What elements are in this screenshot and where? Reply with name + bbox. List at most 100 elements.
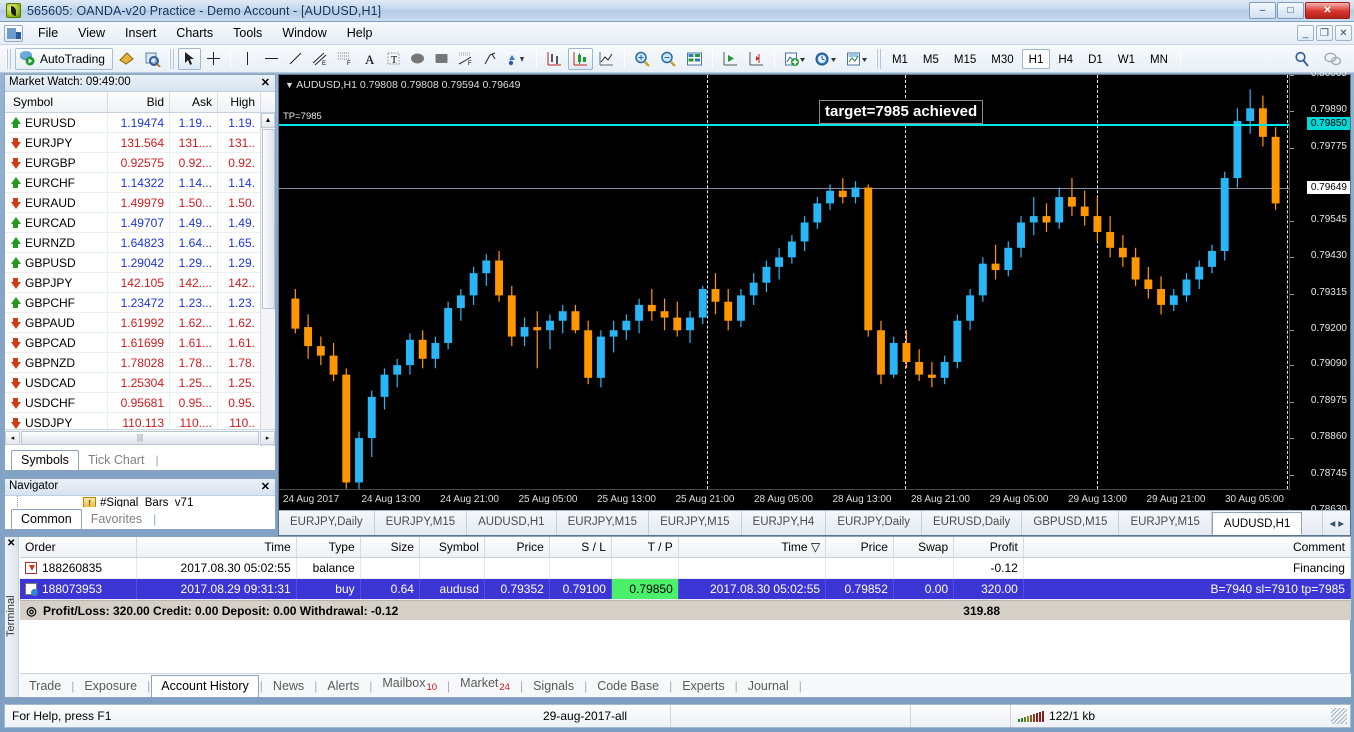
text-label-icon[interactable]: T <box>382 48 405 70</box>
andrews-pitchfork-icon[interactable] <box>479 48 502 70</box>
column-bid[interactable]: Bid <box>108 92 170 112</box>
grid-column-profit[interactable]: Profit <box>954 537 1024 557</box>
chart-tab[interactable]: GBPUSD,M15 <box>1022 511 1120 535</box>
toolbar-grip-3[interactable] <box>875 48 881 69</box>
line-chart-icon[interactable] <box>594 48 619 70</box>
grid-column-swap[interactable]: Swap <box>894 537 955 557</box>
chat-icon[interactable] <box>1320 48 1346 70</box>
maximize-button[interactable]: □ <box>1277 2 1304 19</box>
expert-advisors-icon[interactable] <box>114 48 139 70</box>
terminal-tab-code-base[interactable]: Code Base <box>588 676 668 697</box>
navigator-close-icon[interactable]: ✕ <box>261 480 270 493</box>
timeframe-m5[interactable]: M5 <box>916 49 946 69</box>
timeframe-mn[interactable]: MN <box>1143 49 1175 69</box>
tab-tick-chart[interactable]: Tick Chart <box>79 451 154 470</box>
grid-column-size[interactable]: Size <box>361 537 420 557</box>
take-profit-line[interactable] <box>279 124 1290 127</box>
column-symbol[interactable]: Symbol <box>5 92 108 112</box>
chart-shift-icon[interactable] <box>744 48 769 70</box>
toolbar-grip[interactable] <box>6 48 11 69</box>
indicators-dropdown[interactable] <box>780 48 810 70</box>
market-watch-row[interactable]: EURAUD 1.49979 1.50... 1.50. <box>5 192 275 213</box>
minimize-button[interactable]: – <box>1249 2 1276 19</box>
chart-tab[interactable]: EURUSD,Daily <box>922 511 1023 535</box>
mdi-minimize-button[interactable]: _ <box>1297 25 1314 41</box>
chart-tab[interactable]: EURJPY,H4 <box>742 511 827 535</box>
market-watch-row[interactable]: GBPNZD 1.78028 1.78... 1.78. <box>5 352 275 373</box>
shapes-dropdown[interactable] <box>503 48 531 70</box>
horizontal-line-icon[interactable] <box>260 48 283 70</box>
grid-column-order[interactable]: Order <box>20 537 138 557</box>
period-dropdown[interactable] <box>811 48 841 70</box>
tab-common[interactable]: Common <box>11 509 82 529</box>
market-watch-row[interactable]: GBPJPY 142.105 142.... 142.. <box>5 272 275 293</box>
chart-tab[interactable]: EURJPY,Daily <box>279 511 375 535</box>
timeframe-w1[interactable]: W1 <box>1111 49 1142 69</box>
timeframe-h4[interactable]: H4 <box>1051 49 1080 69</box>
mdi-restore-button[interactable]: ❐ <box>1316 25 1333 41</box>
terminal-tab-journal[interactable]: Journal <box>739 676 798 697</box>
terminal-tab-trade[interactable]: Trade <box>20 676 70 697</box>
chart-tab-prev-icon[interactable]: ◂ <box>1329 516 1335 530</box>
zoom-out-icon[interactable] <box>656 48 681 70</box>
scroll-thumb[interactable] <box>262 129 275 309</box>
market-watch-hscrollbar[interactable]: ◂ ||| ▸ <box>5 429 275 445</box>
crosshair-icon[interactable] <box>202 48 225 70</box>
grid-column-price[interactable]: Price <box>826 537 894 557</box>
chart-tab-next-icon[interactable]: ▸ <box>1338 516 1344 530</box>
chart-canvas[interactable]: ▼ AUDUSD,H1 0.79808 0.79808 0.79594 0.79… <box>279 75 1290 511</box>
grid-column-price[interactable]: Price <box>485 537 550 557</box>
search-icon[interactable] <box>1290 48 1314 70</box>
menu-item-file[interactable]: File <box>29 23 67 43</box>
fibonacci-retracement-icon[interactable]: F <box>333 48 357 70</box>
zoom-in-icon[interactable] <box>630 48 655 70</box>
chart-tab[interactable]: EURJPY,M15 <box>375 511 468 535</box>
terminal-tab-experts[interactable]: Experts <box>673 676 733 697</box>
hscroll-thumb[interactable]: ||| <box>21 430 259 445</box>
market-watch-row[interactable]: GBPCHF 1.23472 1.23... 1.23. <box>5 292 275 313</box>
timeframe-m15[interactable]: M15 <box>947 49 983 69</box>
market-watch-scrollbar[interactable]: ▲ ▼ <box>260 113 275 449</box>
chart-tab[interactable]: EURJPY,M15 <box>557 511 650 535</box>
grid-column-t-p[interactable]: T / P <box>612 537 679 557</box>
terminal-tab-exposure[interactable]: Exposure <box>75 676 146 697</box>
tab-symbols[interactable]: Symbols <box>11 450 79 470</box>
toolbar-grip-2[interactable] <box>168 48 174 69</box>
market-watch-row[interactable]: USDCAD 1.25304 1.25... 1.25. <box>5 372 275 393</box>
menu-item-charts[interactable]: Charts <box>167 23 222 43</box>
text-icon[interactable]: A <box>358 48 381 70</box>
market-watch-row[interactable]: EURCAD 1.49707 1.49... 1.49. <box>5 212 275 233</box>
templates-dropdown[interactable] <box>842 48 872 70</box>
grid-column-time[interactable]: Time <box>137 537 297 557</box>
column-ask[interactable]: Ask <box>170 92 218 112</box>
terminal-tab-signals[interactable]: Signals <box>524 676 583 697</box>
grid-column-comment[interactable]: Comment <box>1024 537 1351 557</box>
grid-column-symbol[interactable]: Symbol <box>420 537 485 557</box>
market-watch-row[interactable]: GBPCAD 1.61699 1.61... 1.61. <box>5 332 275 353</box>
target-annotation[interactable]: target=7985 achieved <box>819 100 984 125</box>
status-profile[interactable]: 29-aug-2017-all <box>536 705 671 727</box>
chart-window[interactable]: ▼ AUDUSD,H1 0.79808 0.79808 0.79594 0.79… <box>278 68 1351 536</box>
market-watch-row[interactable]: EURJPY 131.564 131.... 131.. <box>5 132 275 153</box>
data-window-icon[interactable] <box>682 48 707 70</box>
market-watch-close-icon[interactable]: ✕ <box>261 76 270 89</box>
equidistant-channel-icon[interactable]: E <box>308 48 332 70</box>
table-row[interactable]: 188073953 2017.08.29 09:31:31 buy 0.64 audus… <box>20 579 1351 600</box>
ellipse-icon[interactable] <box>406 48 429 70</box>
grid-column-s-l[interactable]: S / L <box>550 537 612 557</box>
terminal-tab-account-history[interactable]: Account History <box>151 675 259 697</box>
column-high[interactable]: High <box>218 92 261 112</box>
terminal-tab-news[interactable]: News <box>264 676 313 697</box>
time-axis[interactable]: 24 Aug 2017 24 Aug 13:00 24 Aug 21:00 25 Au… <box>279 489 1290 509</box>
cursor-icon[interactable] <box>177 47 201 70</box>
auto-scroll-icon[interactable] <box>718 48 743 70</box>
market-watch-row[interactable]: EURUSD 1.19474 1.19... 1.19. <box>5 113 275 133</box>
close-button[interactable]: ✕ <box>1305 2 1350 19</box>
timeframe-h1[interactable]: H1 <box>1021 48 1051 69</box>
market-watch-row[interactable]: USDCHF 0.95681 0.95... 0.95. <box>5 392 275 413</box>
trendline-icon[interactable] <box>284 48 307 70</box>
scroll-up-icon[interactable]: ▲ <box>261 113 275 128</box>
market-watch-row[interactable]: GBPUSD 1.29042 1.29... 1.29. <box>5 252 275 273</box>
rectangle-icon[interactable] <box>430 48 453 70</box>
terminal-tab-mailbox[interactable]: Mailbox10 <box>373 673 446 697</box>
